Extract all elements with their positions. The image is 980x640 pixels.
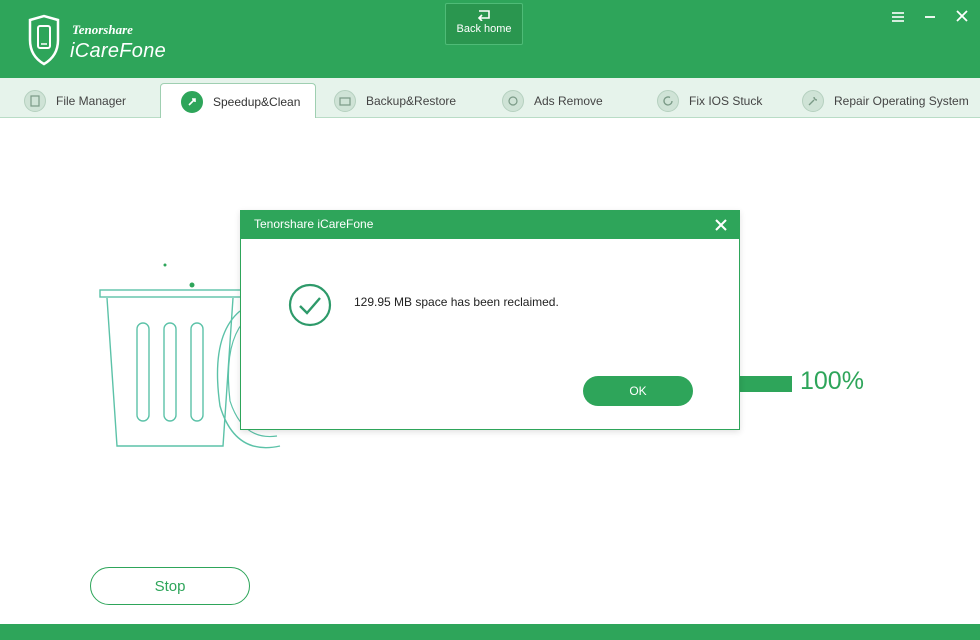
tab-label: Fix IOS Stuck [689, 93, 763, 108]
file-manager-icon [24, 89, 46, 112]
tab-fix-ios-stuck[interactable]: Fix IOS Stuck [657, 83, 762, 118]
tab-label: Repair Operating System [834, 93, 969, 108]
back-home-button[interactable]: Back home [445, 3, 523, 45]
backup-icon [334, 89, 356, 112]
tab-backup-restore[interactable]: Backup&Restore [334, 83, 456, 118]
menu-button[interactable] [888, 6, 908, 26]
dialog-message: 129.95 MB space has been reclaimed. [354, 295, 559, 309]
dialog-title: Tenorshare iCareFone [254, 217, 374, 231]
reclaimed-dialog: Tenorshare iCareFone 129.95 MB space has… [240, 210, 740, 430]
wrench-icon [802, 89, 824, 112]
close-window-button[interactable] [952, 6, 972, 26]
tab-file-manager[interactable]: File Manager [24, 83, 126, 118]
brand-product: iCareFone [70, 40, 167, 62]
tab-speedup-clean[interactable]: Speedup&Clean [160, 83, 316, 119]
tab-label: File Manager [56, 93, 127, 108]
tab-repair-os[interactable]: Repair Operating System [802, 83, 969, 118]
brand-company: Tenorshare [72, 22, 133, 37]
close-icon[interactable] [713, 217, 729, 233]
ok-button[interactable]: OK [583, 376, 693, 406]
stop-button[interactable]: Stop [90, 567, 250, 605]
footer-bar [0, 624, 980, 640]
tab-label: Ads Remove [534, 93, 603, 108]
close-icon [956, 10, 968, 22]
success-check-icon [288, 283, 332, 327]
tab-label: Speedup&Clean [213, 94, 301, 109]
icarefone-logo-icon [28, 14, 60, 66]
menu-icon [892, 12, 904, 22]
tab-ads-remove[interactable]: Ads Remove [502, 83, 603, 118]
window-controls [888, 6, 972, 26]
progress-bar [740, 376, 792, 392]
ads-remove-icon [502, 89, 524, 112]
back-arrow-icon [477, 10, 490, 21]
progress-percent: 100% [800, 367, 864, 395]
tab-label: Backup&Restore [366, 93, 457, 108]
refresh-icon [657, 89, 679, 112]
minimize-button[interactable] [920, 6, 940, 26]
rocket-icon [181, 90, 203, 113]
dialog-titlebar: Tenorshare iCareFone [241, 211, 739, 239]
app-header: Tenorshare iCareFone Back home [0, 0, 980, 78]
tab-bar: File Manager Speedup&Clean Backup&Restor… [0, 78, 980, 119]
minimize-icon [925, 16, 935, 18]
back-home-label: Back home [456, 23, 512, 35]
